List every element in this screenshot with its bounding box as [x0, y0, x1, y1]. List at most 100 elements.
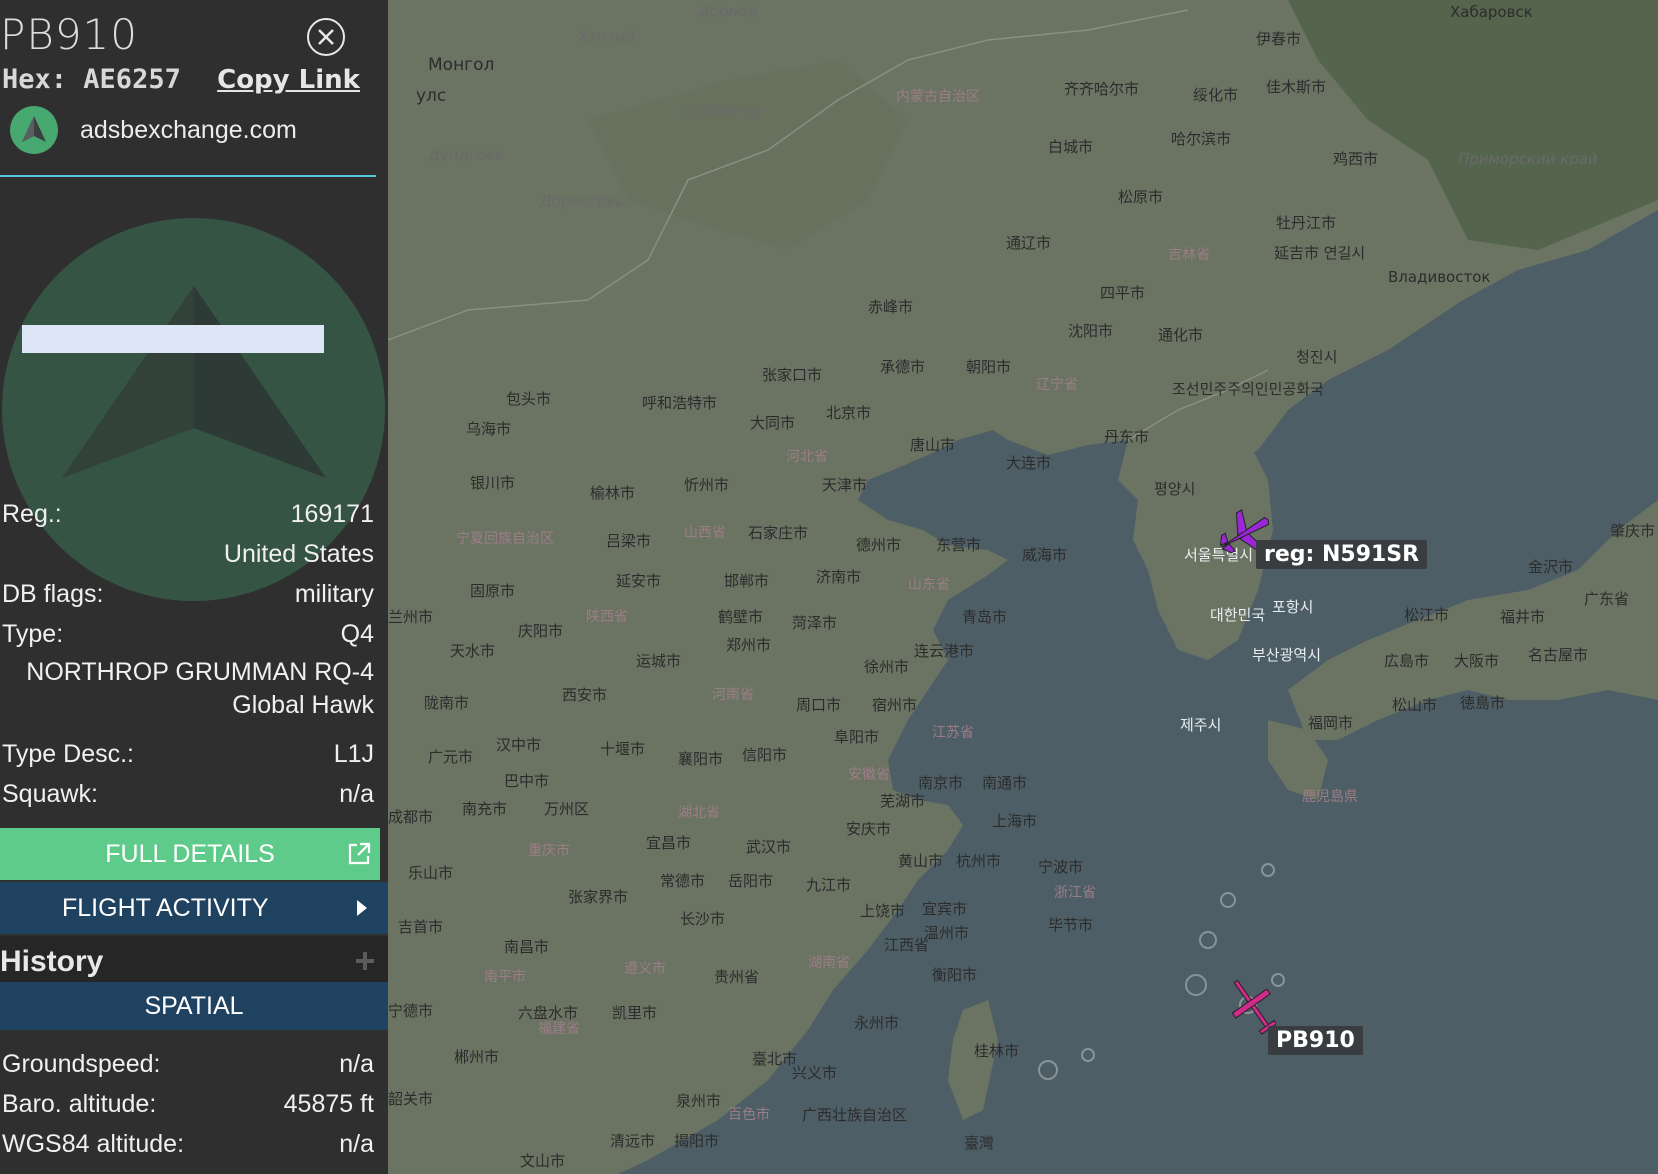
map-label: 巴中市	[504, 772, 550, 790]
map-label: 哈尔滨市	[1171, 130, 1232, 148]
map-label: Дундговь	[428, 146, 504, 164]
full-details-button[interactable]: FULL DETAILS	[0, 828, 380, 880]
map-label: 鹤壁市	[718, 608, 764, 626]
close-button[interactable]	[307, 18, 345, 56]
spatial-section-header[interactable]: SPATIAL	[0, 982, 388, 1030]
type-row: Type: Q4	[2, 620, 374, 649]
db-flags-label: DB flags:	[2, 580, 104, 608]
map-label: 毕节市	[1048, 916, 1094, 934]
map-label: 浙江省	[1054, 885, 1096, 901]
map-label: 徐州市	[864, 658, 910, 676]
map-label: 凯里市	[612, 1004, 658, 1022]
map-label: 广元市	[428, 748, 474, 766]
map-label: 呼和浩特市	[642, 394, 718, 412]
groundspeed-label: Groundspeed:	[2, 1050, 161, 1078]
map-label: 伊春市	[1256, 30, 1302, 48]
map-label: 沈阳市	[1068, 322, 1114, 340]
copy-link[interactable]: Copy Link	[217, 65, 360, 95]
squawk-row: Squawk: n/a	[2, 780, 374, 809]
map-label: 陕西省	[586, 609, 628, 625]
map-label: 重庆市	[528, 843, 570, 859]
map-label: 绥化市	[1193, 86, 1239, 104]
map-label: 宁夏回族自治区	[456, 531, 554, 547]
map-label: 连云港市	[914, 642, 975, 660]
map-label: 武汉市	[746, 838, 792, 856]
map-label: 大阪市	[1454, 652, 1500, 670]
map-label: 江苏省	[932, 725, 974, 741]
adsbexchange-logo-icon	[10, 106, 58, 154]
map-label: 汉中市	[496, 736, 542, 754]
map-label: 白城市	[1048, 138, 1094, 156]
spatial-label: SPATIAL	[144, 992, 244, 1020]
map-label: 辽宁省	[1036, 377, 1078, 393]
close-icon	[318, 29, 334, 45]
map-label: 桂林市	[974, 1042, 1020, 1060]
map-label: 天水市	[450, 642, 496, 660]
map-label: 福井市	[1500, 608, 1546, 626]
map-label: Монгол	[428, 55, 495, 75]
map-label: 东营市	[936, 536, 982, 554]
chevron-right-icon	[357, 900, 367, 916]
map-label: 丹东市	[1104, 428, 1150, 446]
wgs84-altitude-row: WGS84 altitude: n/a	[2, 1130, 374, 1159]
map-label: 广东省	[1584, 590, 1630, 608]
map-label: 大连市	[1006, 454, 1052, 472]
source-link[interactable]: adsbexchange.com	[10, 106, 297, 154]
map-label: 松原市	[1118, 188, 1164, 206]
reg-label: Reg.:	[2, 500, 62, 528]
map-view[interactable]: Хэнтий Дорнод Монгол улс Сүхбаатар Дундг…	[388, 0, 1658, 1174]
map-label: 湖北省	[678, 805, 720, 821]
map-label: 岳阳市	[728, 872, 774, 890]
map-label: 河南省	[712, 687, 754, 703]
type-desc-label: Type Desc.:	[2, 740, 134, 768]
groundspeed-value: n/a	[339, 1050, 374, 1078]
map-label: 芜湖市	[880, 792, 926, 810]
reg-row: Reg.: 169171	[2, 500, 374, 529]
map-label: 信阳市	[742, 746, 788, 764]
map-label: 吉林省	[1168, 247, 1210, 263]
history-section-header[interactable]: History	[0, 936, 388, 988]
history-label: History	[0, 945, 104, 978]
map-label: 河北省	[786, 449, 828, 465]
external-link-icon	[348, 842, 371, 865]
map-label: 包头市	[506, 390, 552, 408]
map-label: 永州市	[854, 1014, 900, 1032]
map-label: 温州市	[924, 924, 970, 942]
map-label: 常德市	[660, 872, 706, 890]
map-label: 通化市	[1158, 326, 1204, 344]
map-label: 佳木斯市	[1266, 78, 1327, 96]
map-label: 遵义市	[624, 961, 666, 977]
map-label: 鸡西市	[1333, 150, 1379, 168]
map-label: Дорноговь	[540, 192, 625, 210]
flight-activity-button[interactable]: FLIGHT ACTIVITY	[0, 882, 388, 934]
baro-altitude-label: Baro. altitude:	[2, 1090, 157, 1118]
map-label: 安徽省	[848, 767, 890, 783]
map-label: 臺灣	[964, 1134, 995, 1152]
map-label: 조선민주주의인민공화국	[1172, 380, 1324, 398]
map-label: 泉州市	[676, 1092, 722, 1110]
map-label: 石家庄市	[748, 524, 809, 542]
flight-label-pb910[interactable]: PB910	[1268, 1026, 1363, 1055]
map-label: Владивосток	[1388, 268, 1491, 286]
baro-altitude-row: Baro. altitude: 45875 ft	[2, 1090, 374, 1119]
flight-label-n591sr[interactable]: reg: N591SR	[1256, 540, 1428, 569]
map-label: 鹿児島県	[1302, 789, 1358, 805]
aircraft-info-panel: PB910 Hex: AE6257 Copy Link adsbexchange…	[0, 0, 388, 1174]
map-label: 安庆市	[846, 820, 892, 838]
aircraft-silhouette-icon	[62, 286, 326, 478]
map-background	[388, 0, 1658, 1174]
squawk-value: n/a	[339, 780, 374, 808]
map-label: 广西壮族自治区	[802, 1106, 908, 1124]
map-label: 忻州市	[684, 476, 730, 494]
squawk-label: Squawk:	[2, 780, 98, 808]
map-label: 湖南省	[808, 955, 850, 971]
map-label: 内蒙古自治区	[896, 89, 980, 105]
map-label: 赤峰市	[868, 298, 914, 316]
map-label: 福岡市	[1308, 714, 1354, 732]
map-label: 衡阳市	[932, 966, 978, 984]
type-value: Q4	[340, 620, 374, 648]
map-label: 唐山市	[910, 436, 956, 454]
map-label: 延吉市 연길시	[1274, 244, 1366, 262]
map-label: 庆阳市	[518, 622, 564, 640]
map-label: 名古屋市	[1528, 646, 1589, 664]
